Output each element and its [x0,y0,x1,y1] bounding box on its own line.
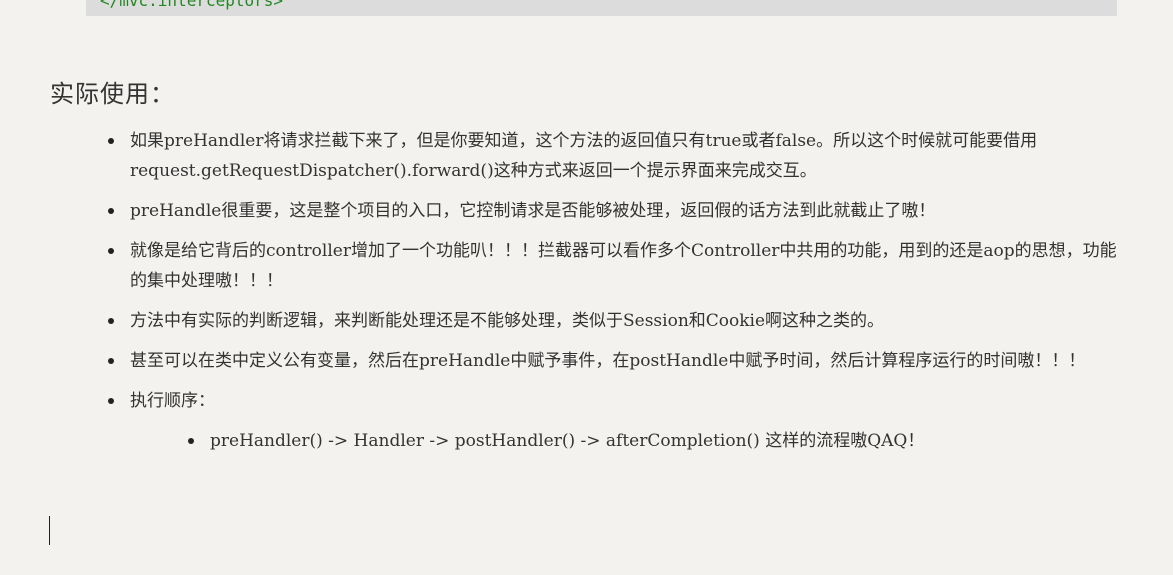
list-item-execution-order: 执行顺序： preHandler() -> Handler -> postHan… [50,386,1120,456]
list-item: 方法中有实际的判断逻辑，来判断能处理还是不能够处理，类似于Session和Coo… [50,306,1120,336]
list-item: 如果preHandler将请求拦截下来了，但是你要知道，这个方法的返回值只有tr… [50,126,1120,186]
bullet-list: 如果preHandler将请求拦截下来了，但是你要知道，这个方法的返回值只有tr… [50,126,1120,466]
list-item: 就像是给它背后的controller增加了一个功能叭！！！拦截器可以看作多个Co… [50,236,1120,296]
list-item-label: 执行顺序： [130,391,215,411]
section-heading: 实际使用： [50,80,175,108]
list-item: preHandle很重要，这是整个项目的入口，它控制请求是否能够被处理，返回假的… [50,196,1120,226]
code-line: </mvc:interceptors> [100,0,284,10]
text-cursor[interactable] [49,516,50,545]
nested-bullet-list: preHandler() -> Handler -> postHandler()… [130,426,1120,456]
code-block: </mvc:interceptors> [86,0,1117,16]
nested-list-item: preHandler() -> Handler -> postHandler()… [130,426,1120,456]
list-item: 甚至可以在类中定义公有变量，然后在preHandle中赋予事件，在postHan… [50,346,1120,376]
